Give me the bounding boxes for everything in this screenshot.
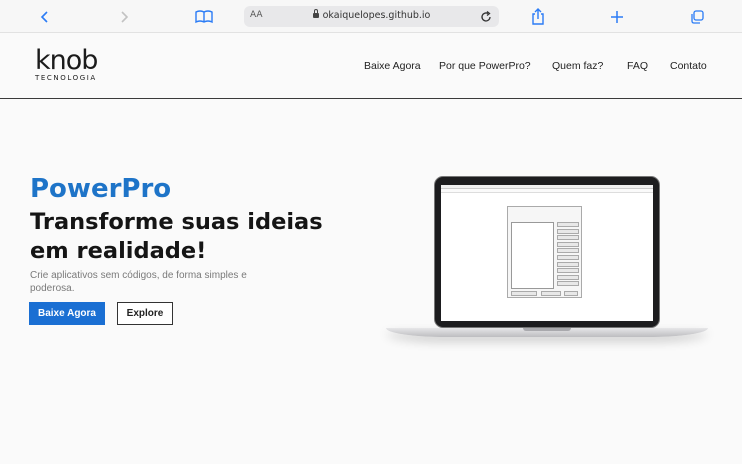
- reload-icon[interactable]: [479, 9, 493, 23]
- laptop-lid: [434, 176, 660, 328]
- hero-title: PowerPro: [30, 174, 172, 204]
- laptop-notch: [523, 328, 571, 331]
- app-toolbar: [441, 189, 653, 193]
- lock-icon: [312, 9, 319, 18]
- logo-subtitle: TECNOLOGIA: [35, 74, 97, 82]
- share-icon[interactable]: [527, 6, 549, 28]
- nav-link-contato[interactable]: Contato: [670, 60, 707, 72]
- chevron-left-icon[interactable]: [34, 6, 56, 28]
- site-header: knob TECNOLOGIA Baixe Agora Por que Powe…: [0, 33, 742, 99]
- app-dialog-buttons: [557, 222, 579, 288]
- hero-subtitle: Crie aplicativos sem códigos, de forma s…: [30, 270, 247, 294]
- logo[interactable]: knob TECNOLOGIA: [35, 45, 98, 83]
- hero-heading: Transforme suas ideias em realidade!: [30, 209, 323, 264]
- nav-link-por-que-powerpro[interactable]: Por que PowerPro?: [439, 60, 531, 72]
- tabs-icon[interactable]: [686, 6, 708, 28]
- address-bar[interactable]: AA okaiquelopes.github.io: [244, 6, 499, 27]
- download-button[interactable]: Baixe Agora: [29, 302, 105, 325]
- book-icon[interactable]: [193, 6, 215, 28]
- app-dialog: [507, 206, 582, 298]
- nav-link-quem-faz[interactable]: Quem faz?: [552, 60, 603, 72]
- browser-toolbar: AA okaiquelopes.github.io: [0, 0, 742, 33]
- url-text: okaiquelopes.github.io: [322, 10, 431, 21]
- laptop-screen: [441, 185, 653, 321]
- nav-link-baixe-agora[interactable]: Baixe Agora: [364, 60, 421, 72]
- plus-icon[interactable]: [606, 6, 628, 28]
- logo-wordmark: knob: [35, 45, 98, 76]
- laptop-illustration: [386, 176, 708, 366]
- explore-button[interactable]: Explore: [117, 302, 173, 325]
- nav-link-faq[interactable]: FAQ: [627, 60, 648, 72]
- app-dialog-footer: [511, 291, 580, 296]
- app-dialog-list: [511, 222, 554, 289]
- chevron-right-icon[interactable]: [113, 6, 135, 28]
